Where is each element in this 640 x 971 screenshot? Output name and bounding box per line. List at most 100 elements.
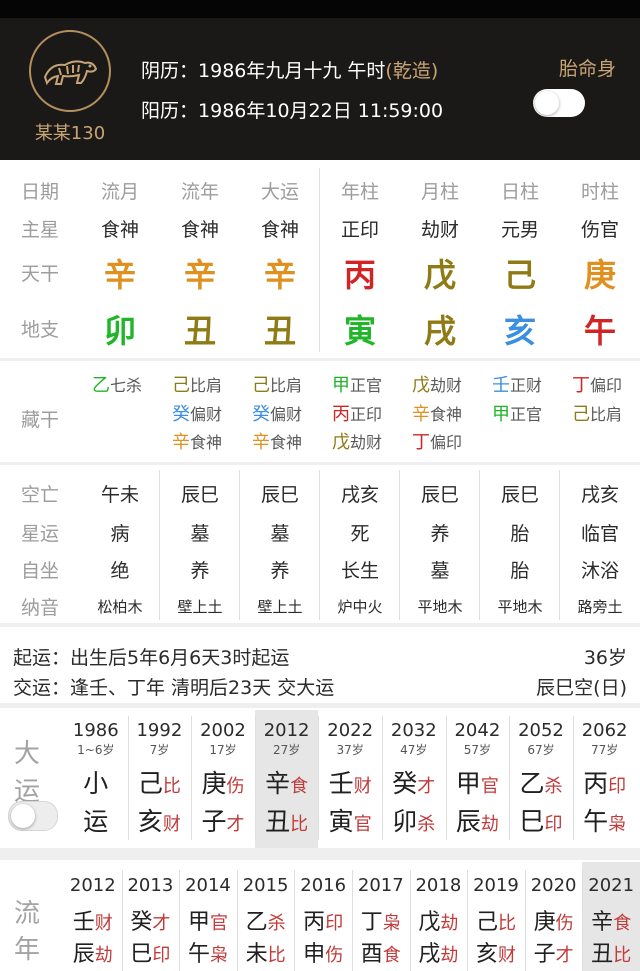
- liunian-branch-god: 劫: [94, 945, 113, 966]
- dayun-column-divider: [127, 716, 129, 840]
- heavenly-stem: 庚: [583, 256, 616, 294]
- dayun-stem: 癸: [392, 769, 418, 798]
- hidden-stem-god: 劫财: [350, 433, 383, 452]
- liunian-year: 2017: [357, 875, 404, 896]
- attribute-value: 平地木: [417, 598, 463, 616]
- liunian-stem: 壬: [72, 910, 95, 935]
- hidden-stem-god: 正印: [350, 405, 383, 424]
- earthly-branch: 卯: [103, 312, 136, 350]
- dayun-branch-line: 辰劫: [446, 802, 510, 838]
- pillar-column-header[interactable]: 大运: [240, 177, 320, 204]
- dayun-age: 47岁: [400, 743, 428, 757]
- attribute-value: 养: [270, 560, 290, 582]
- hidden-stem-char: 丁: [572, 375, 590, 396]
- dayun-column[interactable]: 2042 57岁 甲官 辰劫: [446, 712, 510, 848]
- hidden-stem-item: 甲正官: [332, 371, 382, 397]
- dayun-column[interactable]: 2022 37岁 壬财 寅官: [318, 712, 382, 848]
- liunian-column[interactable]: 2016 丙印 申伤: [294, 866, 352, 971]
- liunian-column[interactable]: 2021 辛食 丑比: [582, 866, 640, 971]
- hidden-stem-char: 癸: [252, 404, 270, 425]
- earthly-branch: 寅: [343, 312, 376, 350]
- dayun-branch-line: 子才: [191, 802, 255, 838]
- dayun-branch-god: 枭: [608, 814, 627, 835]
- dayun-age: 7岁: [149, 743, 170, 757]
- liunian-branch: 丑: [591, 942, 614, 967]
- pillar-main-star: 食神: [180, 219, 219, 241]
- liunian-branch-god: 伤: [325, 945, 344, 966]
- hidden-stem-item: 辛食神: [252, 428, 302, 454]
- toggle-knob: [535, 91, 559, 115]
- liunian-branch-god: 比: [613, 945, 632, 966]
- current-age: 36岁: [583, 647, 627, 669]
- attribute-value: 路旁土: [577, 598, 623, 616]
- pillar-column-header[interactable]: 年柱: [320, 177, 400, 204]
- pillar-column-header[interactable]: 流年: [160, 177, 240, 204]
- attribute-value: 养: [430, 523, 450, 545]
- liunian-label-char: 流: [14, 899, 41, 929]
- hidden-stem-god: 食神: [430, 405, 463, 424]
- hidden-stem-item: 癸偏财: [172, 400, 222, 426]
- liunian-column-divider: [582, 870, 584, 971]
- hidden-stem-god: 偏印: [430, 433, 463, 452]
- dayun-stem-line: 癸才: [382, 764, 446, 800]
- dayun-column[interactable]: 2012 27岁 辛食 丑比: [255, 712, 319, 848]
- liunian-branch-god: 劫: [440, 945, 459, 966]
- liunian-branch-line: 丑比: [582, 936, 640, 968]
- liunian-branch-god: 才: [555, 945, 574, 966]
- dayun-year: 1986: [72, 720, 119, 741]
- dayun-column[interactable]: 2052 67岁 乙杀 巳印: [509, 712, 573, 848]
- heavenly-stem: 丙: [343, 256, 376, 294]
- hidden-stem-item: 丙正印: [332, 400, 382, 426]
- dayun-stem-line: 小: [64, 764, 128, 800]
- dayun-column[interactable]: 2032 47岁 癸才 卯杀: [382, 712, 446, 848]
- liunian-branch: 申: [303, 942, 326, 967]
- dayun-stem-god: 财: [353, 776, 372, 797]
- dayun-column-divider: [254, 716, 256, 840]
- liunian-column[interactable]: 2013 癸才 巳印: [122, 866, 180, 971]
- attribute-value: 壁上土: [257, 598, 303, 616]
- pillar-column-header[interactable]: 月柱: [400, 177, 480, 204]
- liunian-column[interactable]: 2017 丁枭 酉食: [352, 866, 410, 971]
- dayun-year: 2012: [263, 720, 310, 741]
- liunian-column-divider: [236, 870, 238, 971]
- tiger-avatar-icon[interactable]: [29, 30, 111, 112]
- pillar-column-header[interactable]: 流月: [80, 177, 160, 204]
- liunian-column-divider: [294, 870, 296, 971]
- hidden-stem-char: 己: [172, 375, 190, 396]
- dayun-toggle[interactable]: [8, 801, 58, 831]
- dayun-column[interactable]: 1992 7岁 己比 亥财: [128, 712, 192, 848]
- dayun-stem-line: 丙印: [573, 764, 637, 800]
- divider: [0, 848, 640, 860]
- hidden-stem-char: 己: [252, 375, 270, 396]
- liunian-column[interactable]: 2019 己比 亥财: [467, 866, 525, 971]
- dayun-stem: 壬: [328, 769, 354, 798]
- pillar-column-header[interactable]: 日柱: [480, 177, 560, 204]
- attribute-value: 墓: [270, 523, 290, 545]
- earthly-branch: 戌: [423, 312, 456, 350]
- hidden-stem-char: 辛: [172, 432, 190, 453]
- dayun-column[interactable]: 2062 77岁 丙印 午枭: [573, 712, 637, 848]
- dayun-year: 2062: [581, 720, 628, 741]
- liunian-column[interactable]: 2014 甲官 午枭: [179, 866, 237, 971]
- liunian-column[interactable]: 2015 乙杀 未比: [237, 866, 295, 971]
- liunian-column[interactable]: 2018 戊劫 戌劫: [410, 866, 468, 971]
- dayun-column-divider: [445, 716, 447, 840]
- taimingshen-toggle[interactable]: [533, 89, 585, 117]
- dayun-column[interactable]: 1986 1~6岁小运: [64, 712, 128, 848]
- liunian-branch-god: 印: [152, 945, 171, 966]
- liunian-column[interactable]: 2020 庚伤 子才: [525, 866, 583, 971]
- liunian-stem: 丙: [303, 910, 326, 935]
- dayun-column[interactable]: 2002 17岁 庚伤 子才: [191, 712, 255, 848]
- pillar-column-header[interactable]: 时柱: [560, 177, 640, 204]
- dayun-stem-god: 伤: [226, 776, 245, 797]
- dayun-branch-god: 比: [290, 814, 309, 835]
- dayun-stem-line: 庚伤: [191, 764, 255, 800]
- hidden-stem-char: 丁: [412, 432, 430, 453]
- divider: [0, 462, 640, 465]
- dayun-branch-line: 卯杀: [382, 802, 446, 838]
- hidden-stem-char: 己: [572, 404, 590, 425]
- dayun-branch-line: 巳印: [509, 802, 573, 838]
- hidden-stem-char: 甲: [332, 375, 350, 396]
- liunian-column[interactable]: 2012 壬财 辰劫: [64, 866, 122, 971]
- liunian-column-divider: [179, 870, 181, 971]
